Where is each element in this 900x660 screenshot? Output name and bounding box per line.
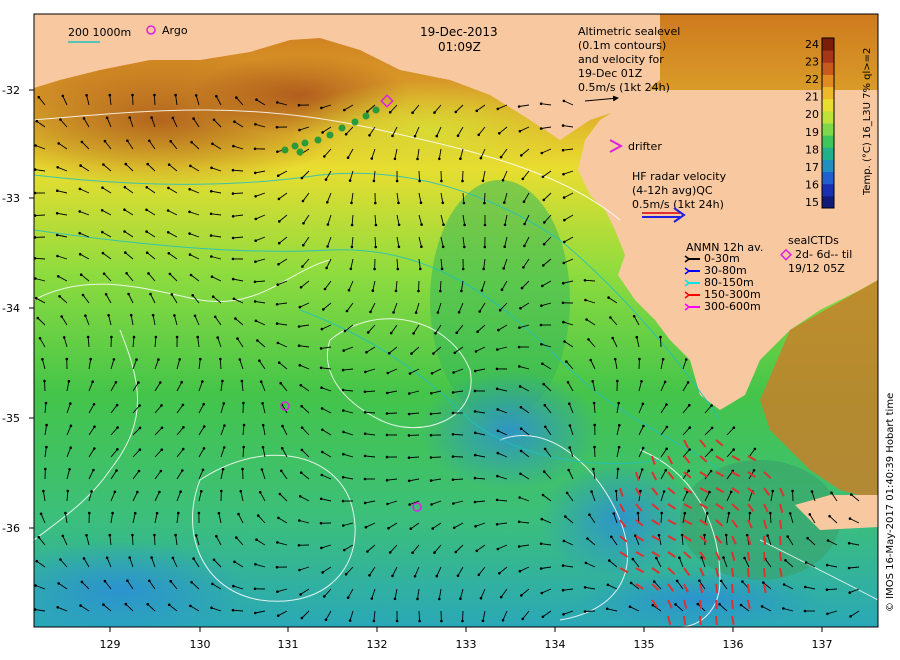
sealctd-line-1: sealCTDs — [788, 234, 839, 247]
hf-radar-arrow — [779, 535, 782, 546]
velocity-arrow — [153, 534, 156, 546]
y-axis: -32 -33 -34 -35 -36 — [2, 84, 34, 535]
argo-legend-label: Argo — [162, 24, 188, 37]
colorbar-tick-label: 24 — [805, 38, 819, 51]
velocity-arrow — [462, 170, 464, 182]
plot-area — [34, 14, 878, 627]
colorbar-swatch — [822, 74, 834, 88]
hf-line-3: 0.5m/s (1kt 24h) — [632, 198, 724, 211]
hf-radar-arrow — [763, 535, 767, 546]
colorbar-swatch — [822, 38, 834, 51]
velocity-arrow — [44, 380, 46, 392]
y-tick-label: -35 — [2, 412, 20, 425]
time-label: 01:09Z — [438, 40, 481, 54]
sst-map: 129 130 131 132 133 134 135 136 137 -32 -33 -34 -35… — [2, 13, 896, 651]
velocity-arrow — [584, 610, 596, 612]
altimetry-line-4: 19-Dec 01Z — [578, 67, 643, 80]
x-tick-label: 133 — [456, 638, 477, 651]
velocity-arrow — [132, 94, 134, 106]
colorbar-swatch — [822, 135, 834, 148]
y-tick-label: -36 — [2, 522, 20, 535]
isobath-legend-label: 200 1000m — [68, 26, 131, 39]
velocity-arrow — [418, 170, 421, 182]
x-tick-label: 131 — [278, 638, 299, 651]
hf-radar-arrow — [731, 599, 734, 610]
velocity-arrow — [660, 336, 662, 348]
colorbar-swatch — [822, 86, 834, 100]
colorbar-tick-label: 19 — [805, 126, 819, 139]
altimetry-line-5: 0.5m/s (1kt 24h) — [578, 81, 670, 94]
colorbar-tick-label: 15 — [805, 196, 819, 209]
colorbar-tick-label: 20 — [805, 108, 819, 121]
hf-radar-arrow — [763, 551, 766, 562]
anmn-item-label: 300-600m — [704, 300, 761, 313]
x-tick-label: 132 — [367, 638, 388, 651]
hf-radar-arrow — [747, 551, 751, 562]
hf-radar-arrow — [715, 583, 719, 594]
altimetry-line-3: and velocity for — [578, 53, 664, 66]
x-tick-label: 136 — [723, 638, 744, 651]
hf-radar-arrow — [715, 615, 718, 626]
sealctd-line-3: 19/12 05Z — [788, 262, 845, 275]
colorbar-tick-label: 22 — [805, 73, 819, 86]
x-tick-label: 134 — [545, 638, 566, 651]
x-tick-label: 137 — [812, 638, 833, 651]
x-tick-label: 129 — [100, 638, 121, 651]
drifter-legend-label: drifter — [628, 140, 662, 153]
colorbar-title: Temp. (°C) 16_L3U 7% ql>=2 — [862, 48, 873, 196]
colorbar-swatch — [822, 110, 834, 124]
colorbar-swatch — [822, 50, 834, 63]
velocity-arrow — [386, 412, 398, 414]
hf-radar-arrow — [763, 567, 766, 578]
velocity-arrow — [153, 94, 156, 106]
hf-radar-arrow — [779, 551, 782, 562]
hf-radar-arrow — [731, 583, 734, 594]
velocity-arrow — [131, 534, 134, 546]
velocity-arrow — [462, 610, 464, 622]
hf-line-2: (4-12h avg)QC — [632, 184, 713, 197]
hf-radar-arrow — [779, 519, 783, 530]
colorbar-swatch — [822, 183, 834, 197]
colorbar-swatch — [822, 62, 834, 75]
sealctd-line-2: 2d- 6d-- til — [795, 248, 852, 261]
velocity-arrow — [594, 446, 596, 458]
colorbar-swatch — [822, 195, 834, 209]
hf-radar-arrow — [699, 615, 702, 626]
colorbar-swatch — [822, 123, 834, 136]
hf-radar-arrow — [715, 599, 718, 610]
velocity-arrow — [34, 214, 46, 217]
velocity-arrow — [483, 192, 486, 204]
hf-line-1: HF radar velocity — [632, 170, 727, 183]
velocity-arrow — [418, 280, 420, 292]
colorbar-swatch — [822, 171, 834, 185]
hf-radar-arrow — [699, 599, 703, 610]
colorbar-tick-label: 16 — [805, 178, 819, 191]
date-label: 19-Dec-2013 — [420, 25, 498, 39]
velocity-arrow — [418, 610, 421, 622]
colorbar-swatch — [822, 159, 834, 173]
altimetry-line-2: (0.1m contours) — [578, 39, 666, 52]
colorbar-swatch — [822, 98, 834, 112]
credit-text: © IMOS 16-May-2017 01:40:39 Hobart time — [885, 393, 896, 612]
colorbar-swatch — [822, 147, 834, 160]
velocity-arrow — [232, 192, 244, 195]
x-tick-label: 130 — [190, 638, 211, 651]
hf-radar-arrow — [731, 567, 735, 578]
velocity-arrow — [430, 456, 442, 458]
hf-radar-arrow — [747, 583, 750, 594]
colorbar-tick-label: 21 — [805, 91, 819, 104]
colorbar-tick-label: 23 — [805, 56, 819, 69]
colorbar-tick-label: 18 — [805, 143, 819, 156]
y-tick-label: -34 — [2, 302, 20, 315]
x-axis: 129 130 131 132 133 134 135 136 137 — [100, 627, 833, 651]
y-tick-label: -32 — [2, 84, 20, 97]
altimetry-line-1: Altimetric sealevel — [578, 25, 680, 38]
x-tick-label: 135 — [634, 638, 655, 651]
colorbar-tick-label: 17 — [805, 161, 819, 174]
y-tick-label: -33 — [2, 192, 20, 205]
hf-radar-arrow — [683, 615, 687, 626]
hf-radar-arrow — [747, 567, 750, 578]
